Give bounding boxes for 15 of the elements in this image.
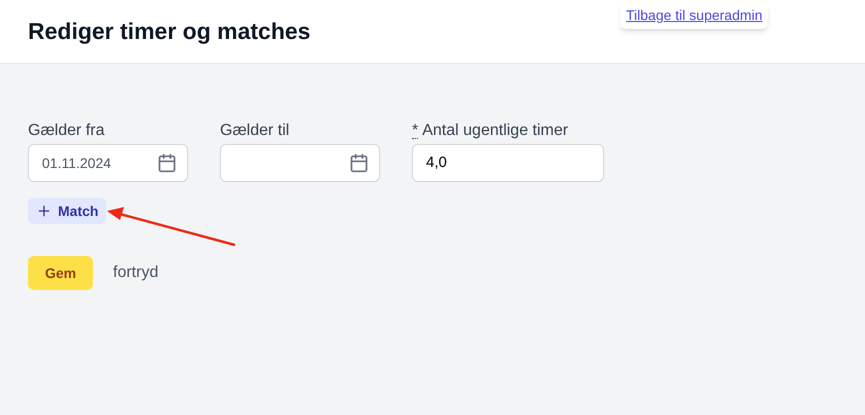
field-label: Gælder fra [28,121,104,141]
back-link[interactable]: Tilbage til superadmin [620,2,768,29]
cancel-link[interactable]: fortryd [113,261,158,285]
save-button[interactable]: Gem [28,256,93,290]
input-field[interactable]: 4,0 [412,144,604,182]
field-label: Antal ugentlige timer [422,121,568,141]
field-label: Gælder til [220,121,290,141]
page-title: Rediger timer og matches [28,17,310,46]
calendar-icon [349,153,369,173]
add-match-button[interactable]: Match [28,198,106,224]
plus-icon [36,203,52,219]
required-mark: * [412,124,418,139]
calendar-icon [157,153,177,173]
date-field[interactable]: 01.11.2024 [28,144,188,182]
date-field[interactable] [220,144,380,182]
